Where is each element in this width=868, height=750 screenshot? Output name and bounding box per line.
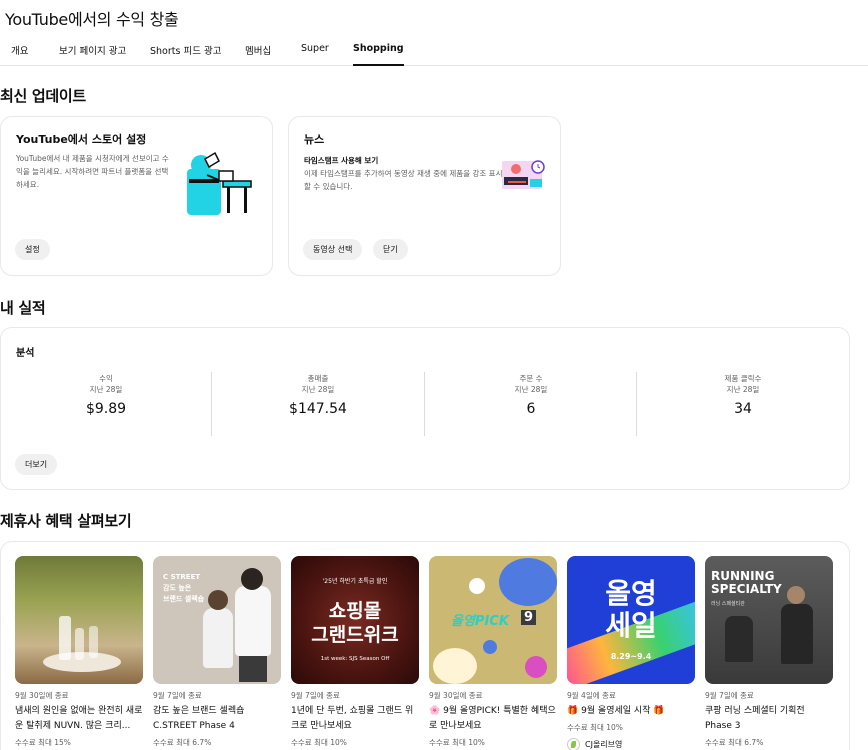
offer-commission: 수수료 최대 6.7%: [705, 738, 764, 747]
offer-thumbnail[interactable]: 올영 세일 8.29~9.4: [567, 556, 695, 684]
timestamp-illustration-icon: [502, 160, 545, 189]
offer-commission: 수수료 최대 15%: [15, 738, 71, 747]
tab-watch-page-ads[interactable]: 보기 페이지 광고: [59, 43, 126, 66]
metric-label: 제품 클릭수: [724, 374, 762, 383]
offers-heading: 제휴사 혜택 살펴보기: [0, 512, 132, 530]
offer-commission: 수수료 최대 10%: [429, 738, 485, 747]
thumb-text: 1st week: SJS Season Off: [320, 656, 390, 662]
tab-shorts-feed-ads[interactable]: Shorts 피드 광고: [150, 43, 221, 66]
offer-name: 🎁 9월 올영세일 시작 🎁: [567, 706, 665, 716]
metric-label: 수익: [99, 374, 113, 383]
offer-name: 감도 높은 브랜드 셀렉숍 C.STREET Phase 4: [153, 706, 245, 731]
store-setup-card: YouTube에서 스토어 설정 YouTube에서 내 제품을 시청자에게 선…: [0, 116, 273, 276]
thumb-text: 그랜드위크: [311, 624, 399, 646]
thumb-text: 쇼핑몰: [328, 600, 382, 622]
offer-end-date: 9월 30일에 종료: [429, 691, 483, 700]
offer-item[interactable]: RUNNING SPECIALTY 러닝 스페셜티관 9월 7일에 종료 쿠팡 …: [705, 556, 833, 748]
setup-button[interactable]: 설정: [15, 239, 50, 260]
thumb-text: 올영PICK: [451, 614, 509, 629]
more-button[interactable]: 더보기: [15, 454, 58, 475]
offer-end-date: 9월 4일에 종료: [567, 691, 616, 700]
metric-value: 6: [526, 401, 536, 417]
thumb-text: 러닝 스페셜티관: [711, 601, 745, 607]
offer-end-date: 9월 30일에 종료: [15, 691, 69, 700]
thumb-text: 9: [521, 610, 537, 625]
metric-orders: 주문 수 지난 28일 6: [425, 373, 637, 417]
offer-item[interactable]: C STREET 감도 높은 브랜드 셀렉숍 9월 7일에 종료 감도 높은 브…: [153, 556, 281, 748]
brand-name: CJ올리브영: [585, 740, 623, 749]
metric-period: 지난 28일: [726, 385, 760, 394]
thumb-text: C STREET: [163, 573, 201, 581]
latest-updates-heading: 최신 업데이트: [0, 87, 86, 105]
close-button[interactable]: 닫기: [373, 239, 408, 260]
offer-name: 🌸 9월 올영PICK! 특별한 혜택으로 만나보세요: [429, 706, 556, 731]
analytics-title: 분석: [16, 348, 35, 359]
offer-name: 1년에 단 두번, 쇼핑몰 그랜드 위크로 만나보세요: [291, 706, 414, 731]
metric-value: 34: [734, 401, 752, 417]
offer-commission: 수수료 최대 10%: [567, 723, 623, 732]
offer-end-date: 9월 7일에 종료: [705, 691, 754, 700]
offer-item[interactable]: 9월 30일에 종료 냄새의 원인을 없애는 완전히 새로운 탈취제 NUVN.…: [15, 556, 143, 748]
store-setup-title: YouTube에서 스토어 설정: [16, 133, 147, 146]
thumb-text: '25년 하반기 초특급 할인: [322, 578, 388, 585]
offer-end-date: 9월 7일에 종료: [291, 691, 340, 700]
offer-thumbnail[interactable]: C STREET 감도 높은 브랜드 셀렉숍: [153, 556, 281, 684]
news-card: 뉴스 타임스탬프 사용해 보기 이제 타임스탬프를 추가하여 동영상 재생 중에…: [288, 116, 561, 276]
metric-label: 주문 수: [519, 374, 543, 383]
news-subtitle: 타임스탬프 사용해 보기: [304, 156, 379, 165]
metric-value: $147.54: [289, 401, 347, 417]
thumb-text: SPECIALTY: [711, 582, 782, 596]
offer-commission: 수수료 최대 6.7%: [153, 738, 212, 747]
metric-period: 지난 28일: [301, 385, 335, 394]
page-title: YouTube에서의 수익 창출: [5, 10, 179, 29]
thumb-text: 세일: [605, 609, 657, 642]
oliveyoung-logo-icon: [567, 738, 580, 750]
metric-value: $9.89: [85, 401, 127, 417]
offer-thumbnail[interactable]: '25년 하반기 초특급 할인 쇼핑몰 그랜드위크 1st week: SJS …: [291, 556, 419, 684]
offer-commission: 수수료 최대 10%: [291, 738, 347, 747]
tab-memberships[interactable]: 멤버십: [245, 43, 271, 66]
offer-item[interactable]: 올영 세일 8.29~9.4 9월 4일에 종료 🎁 9월 올영세일 시작 🎁 …: [567, 556, 695, 750]
metric-period: 지난 28일: [514, 385, 548, 394]
offer-item[interactable]: 올영PICK 9 9월 30일에 종료 🌸 9월 올영PICK! 특별한 혜택으…: [429, 556, 557, 748]
tab-super[interactable]: Super: [301, 43, 329, 66]
offer-brand: CJ올리브영: [567, 738, 695, 750]
thumb-text: 감도 높은: [163, 584, 192, 592]
news-title: 뉴스: [304, 133, 325, 146]
offer-item[interactable]: '25년 하반기 초특급 할인 쇼핑몰 그랜드위크 1st week: SJS …: [291, 556, 419, 748]
offer-end-date: 9월 7일에 종료: [153, 691, 202, 700]
metric-revenue: 수익 지난 28일 $9.89: [0, 373, 212, 417]
performance-heading: 내 실적: [0, 299, 46, 317]
select-video-button[interactable]: 동영상 선택: [303, 239, 363, 260]
offer-name: 냄새의 원인을 없애는 완전히 새로운 탈취제 NUVN. 많은 크리...: [15, 706, 143, 731]
metric-product-clicks: 제품 클릭수 지난 28일 34: [637, 373, 849, 417]
offer-name: 쿠팡 러닝 스페셜티 기획전 Phase 3: [705, 706, 805, 731]
news-desc: 이제 타임스탬프를 추가하여 동영상 재생 중에 제품을 강조 표시할 수 있습…: [304, 169, 503, 191]
tab-overview[interactable]: 개요: [11, 43, 28, 66]
thumb-text: 올영: [605, 577, 657, 610]
offer-thumbnail[interactable]: [15, 556, 143, 684]
metric-gross-sales: 총매출 지난 28일 $147.54: [212, 373, 424, 417]
thumb-text: 브랜드 셀렉숍: [163, 595, 205, 603]
metric-label: 총매출: [307, 374, 329, 383]
store-setup-desc: YouTube에서 내 제품을 시청자에게 선보이고 수익을 늘리세요. 시작하…: [16, 154, 169, 189]
tab-bar: 개요 보기 페이지 광고 Shorts 피드 광고 멤버십 Super Shop…: [0, 36, 868, 66]
metric-period: 지난 28일: [89, 385, 123, 394]
offer-thumbnail[interactable]: RUNNING SPECIALTY 러닝 스페셜티관: [705, 556, 833, 684]
tab-shopping[interactable]: Shopping: [353, 43, 404, 66]
thumb-text: 8.29~9.4: [610, 652, 652, 661]
store-setup-illustration-icon: [187, 151, 252, 215]
offer-thumbnail[interactable]: 올영PICK 9: [429, 556, 557, 684]
